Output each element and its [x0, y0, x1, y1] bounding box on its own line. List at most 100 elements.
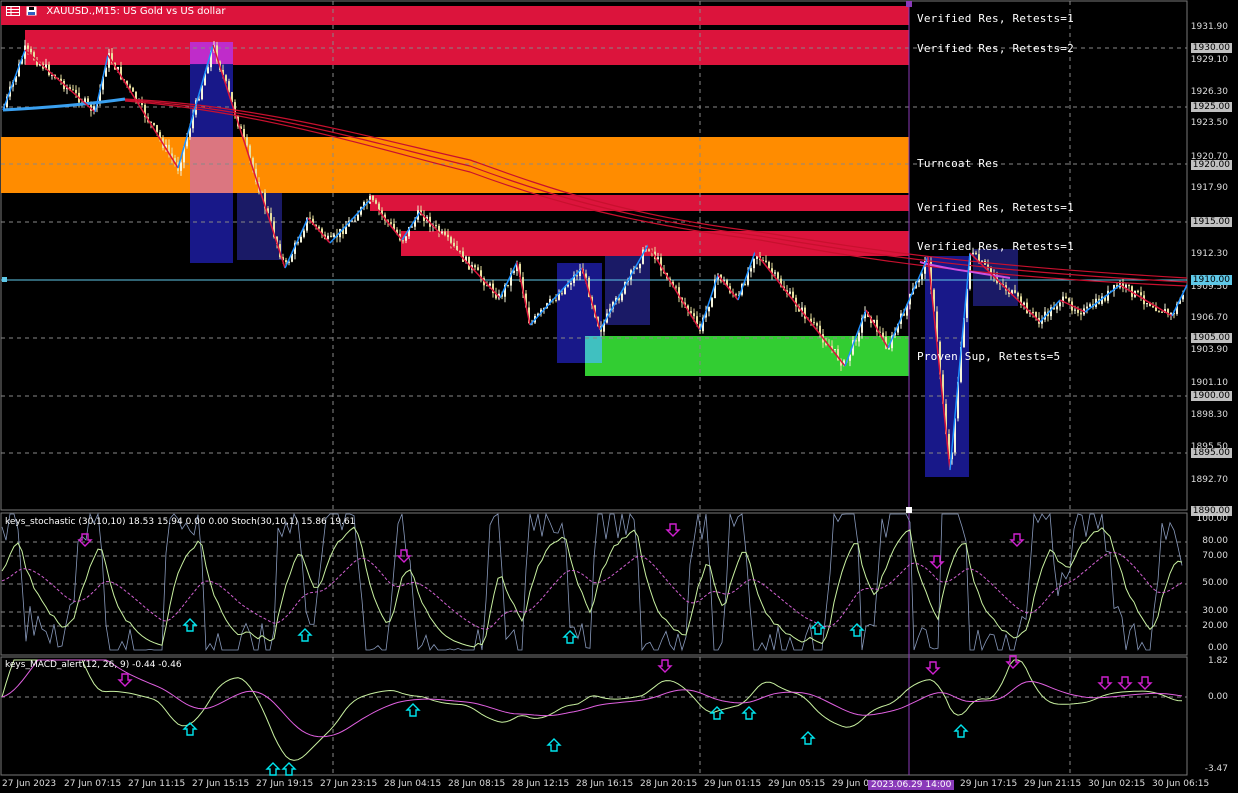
candle-body — [1032, 311, 1034, 313]
candle-body — [756, 256, 758, 259]
candle-body — [1017, 292, 1019, 297]
price-tick: 1903.90 — [1190, 345, 1228, 355]
stoch-tick: 50.00 — [1202, 578, 1228, 588]
time-tick: 30 Jun 02:15 — [1088, 779, 1146, 789]
candle-body — [789, 291, 791, 294]
price-level-box: 1920.00 — [1190, 160, 1232, 170]
macd-tick: 1.82 — [1207, 656, 1228, 666]
candle-body — [375, 200, 377, 204]
swing-box-2 — [237, 193, 282, 260]
candle-body — [300, 236, 302, 243]
candle-body — [453, 242, 455, 246]
candle-body — [489, 283, 491, 286]
zone-label-6: Proven Sup, Retests=5 — [917, 350, 1061, 363]
swing-box-3-overlap — [585, 336, 602, 363]
time-tick: 28 Jun 20:15 — [640, 779, 698, 789]
chart-grid-icon[interactable] — [6, 6, 20, 16]
time-tick: 28 Jun 08:15 — [448, 779, 506, 789]
price-tick: 1926.30 — [1190, 87, 1228, 97]
candle-body — [561, 293, 563, 295]
stoch-tick: 100.00 — [1196, 514, 1229, 524]
candle-body — [441, 231, 443, 234]
candle-body — [735, 294, 737, 296]
candle-body — [72, 89, 74, 91]
candle-body — [30, 48, 32, 53]
candle-body — [555, 299, 557, 301]
time-tick: 29 Jun 0 — [832, 779, 869, 789]
candle-body — [1074, 309, 1076, 311]
candle-body — [1158, 311, 1160, 313]
candle-body — [711, 298, 713, 307]
price-level-box: 1895.00 — [1190, 448, 1232, 458]
time-tick: 29 Jun 21:15 — [1024, 779, 1082, 789]
time-tick: 28 Jun 04:15 — [384, 779, 442, 789]
candle-body — [333, 234, 335, 237]
candle-body — [816, 323, 818, 326]
candle-body — [459, 250, 461, 252]
stoch-tick: 0.00 — [1207, 643, 1228, 653]
candle-body — [693, 313, 695, 317]
candle-body — [507, 284, 509, 286]
candle-body — [1056, 306, 1058, 310]
candle-body — [285, 260, 287, 263]
candle-body — [225, 75, 227, 82]
candle-body — [1068, 298, 1070, 302]
candle-body — [75, 89, 77, 93]
price-level-box: 1915.00 — [1190, 217, 1232, 227]
time-tick: 28 Jun 12:15 — [512, 779, 570, 789]
candle-body — [1080, 312, 1082, 315]
candle-body — [303, 230, 305, 237]
candle-body — [270, 213, 272, 222]
candle-body — [765, 260, 767, 262]
time-tick: 27 Jun 15:15 — [192, 779, 250, 789]
stoch-tick: 70.00 — [1202, 551, 1228, 561]
candle-body — [357, 214, 359, 221]
candle-body — [882, 332, 884, 337]
swing-box-1-overlap — [190, 137, 233, 193]
zone-label-3: Turncoat Res — [917, 157, 999, 170]
swing-box-4 — [605, 256, 650, 325]
candle-body — [708, 306, 710, 312]
zone-label-2: Verified Res, Retests=2 — [917, 42, 1074, 55]
candle-body — [1152, 306, 1154, 308]
time-tick: 30 Jun 06:15 — [1152, 779, 1210, 789]
candle-body — [318, 226, 320, 229]
candle-body — [207, 67, 209, 74]
candle-body — [576, 275, 578, 277]
time-tick: 27 Jun 23:15 — [320, 779, 378, 789]
macd-panel[interactable] — [0, 656, 1188, 776]
candle-body — [774, 272, 776, 274]
candle-body — [390, 222, 392, 224]
macd-title: keys_MACD_alert(12, 26, 9) -0.44 -0.46 — [5, 660, 182, 670]
candle-body — [444, 231, 446, 235]
time-tick: 29 Jun 01:15 — [704, 779, 762, 789]
candle-body — [675, 286, 677, 288]
candle-body — [648, 249, 650, 251]
candle-body — [858, 332, 860, 342]
candle-body — [354, 220, 356, 222]
candle-body — [639, 263, 641, 269]
price-tick: 1917.90 — [1190, 183, 1228, 193]
candle-body — [153, 123, 155, 126]
candle-body — [243, 128, 245, 138]
candle-body — [1155, 307, 1157, 312]
time-tick: 27 Jun 2023 — [2, 779, 57, 789]
candle-body — [1014, 290, 1016, 293]
stochastic-title: keys_stochastic (30,10,10) 18.53 15.94 0… — [5, 517, 356, 527]
crosshair-handle[interactable] — [906, 507, 912, 513]
candle-body — [570, 282, 572, 285]
crosshair-handle-top[interactable] — [906, 1, 912, 7]
candle-body — [474, 265, 476, 268]
candle-body — [888, 348, 890, 350]
candle-body — [180, 162, 182, 171]
candle-body — [1146, 303, 1148, 305]
candle-body — [402, 240, 404, 242]
candle-body — [132, 87, 134, 92]
resistance-zone-3 — [370, 195, 909, 211]
floppy-icon[interactable] — [26, 6, 40, 16]
stoch-tick: 20.00 — [1202, 621, 1228, 631]
price-line-handle-left[interactable] — [2, 277, 7, 282]
chart-canvas[interactable] — [0, 0, 1238, 793]
candle-body — [1128, 284, 1130, 287]
candle-body — [834, 349, 836, 351]
